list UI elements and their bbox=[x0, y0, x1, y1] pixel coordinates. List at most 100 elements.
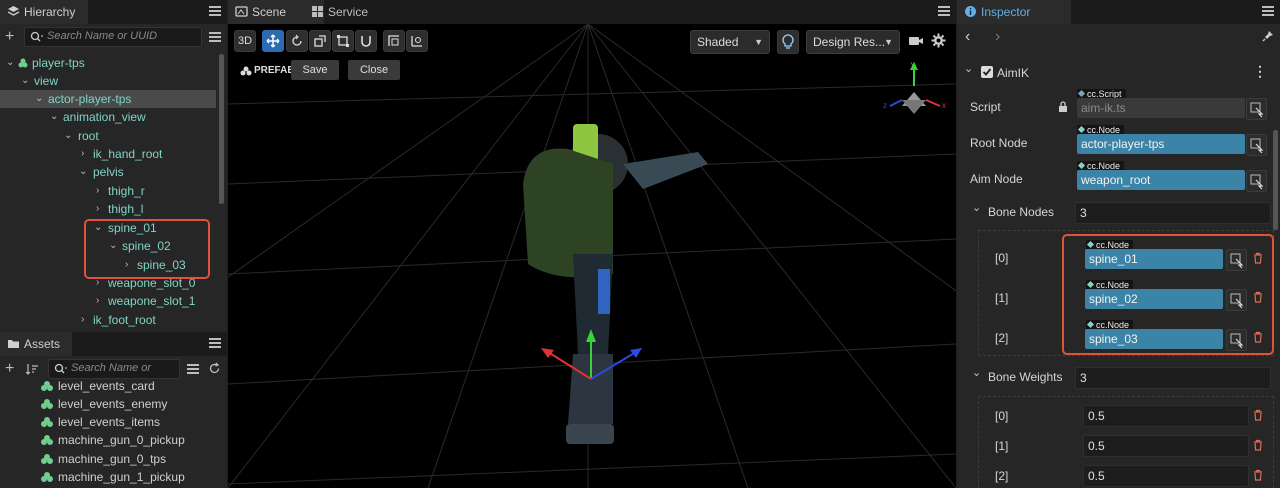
expand-chevron-icon[interactable]: ⌄ bbox=[50, 108, 60, 126]
spine-highlight-box bbox=[84, 219, 210, 279]
refresh-icon[interactable] bbox=[208, 362, 221, 375]
expand-chevron-icon[interactable]: ⌄ bbox=[79, 163, 89, 181]
list-view-icon[interactable] bbox=[187, 364, 199, 374]
toggle-3d-button[interactable]: 3D bbox=[234, 30, 256, 52]
lock-icon bbox=[1059, 101, 1067, 112]
trash-icon[interactable] bbox=[1252, 439, 1264, 451]
back-arrow-icon[interactable]: ‹ bbox=[965, 28, 970, 46]
tree-row-pelvis[interactable]: ⌄ pelvis bbox=[0, 163, 216, 181]
tree-row-animation-view[interactable]: ⌄ animation_view bbox=[0, 108, 216, 126]
inspector-scrollbar[interactable] bbox=[1273, 130, 1278, 230]
expand-chevron-icon[interactable]: › bbox=[81, 311, 91, 329]
tab-assets[interactable]: Assets bbox=[0, 332, 72, 356]
info-icon bbox=[965, 6, 976, 17]
array-index: [1] bbox=[995, 291, 1009, 305]
tree-row-thigh-l[interactable]: › thigh_l bbox=[0, 200, 216, 218]
expand-chevron-icon[interactable]: ⌄ bbox=[6, 54, 16, 72]
script-pick-button[interactable] bbox=[1246, 98, 1267, 120]
tree-row-actor-player-tps[interactable]: ⌄ actor-player-tps bbox=[0, 90, 216, 108]
tab-scene-label: Scene bbox=[252, 5, 287, 19]
asset-item[interactable]: level_events_enemy bbox=[0, 395, 220, 413]
assets-search-input[interactable]: Search Name or bbox=[48, 359, 180, 379]
shading-select[interactable]: Shaded ▼ bbox=[690, 30, 770, 54]
component-enabled-checkbox[interactable] bbox=[981, 66, 993, 78]
aim-node-field[interactable]: weapon_root bbox=[1077, 170, 1245, 190]
scale-tool-button[interactable] bbox=[309, 30, 331, 52]
script-field[interactable]: aim-ik.ts bbox=[1077, 98, 1245, 118]
root-node-field[interactable]: actor-player-tps bbox=[1077, 134, 1245, 154]
inspector-menu-icon[interactable] bbox=[1262, 6, 1274, 16]
expand-chevron-icon[interactable]: › bbox=[96, 292, 106, 310]
tree-row-weapone-slot-1[interactable]: › weapone_slot_1 bbox=[0, 292, 216, 310]
bone-weight-input[interactable]: 0.5 bbox=[1083, 405, 1249, 427]
pivot-button[interactable] bbox=[383, 30, 405, 52]
trash-icon[interactable] bbox=[1252, 469, 1264, 481]
asset-item[interactable]: machine_gun_0_pickup bbox=[0, 431, 220, 449]
local-global-button[interactable] bbox=[406, 30, 428, 52]
tree-row-ik-foot-root[interactable]: › ik_foot_root bbox=[0, 311, 216, 329]
tree-row-root[interactable]: ⌄ root bbox=[0, 127, 216, 145]
tab-service-label: Service bbox=[328, 5, 369, 19]
rect-tool-button[interactable] bbox=[332, 30, 354, 52]
expand-chevron-icon[interactable]: ⌄ bbox=[35, 90, 45, 108]
scene-panel: Scene Service y x z 3D Shaded ▼ Design R… bbox=[228, 0, 956, 488]
root-node-pick-button[interactable] bbox=[1246, 134, 1267, 156]
tree-row-view[interactable]: ⌄ view bbox=[0, 72, 216, 90]
aim-node-pick-button[interactable] bbox=[1246, 170, 1267, 192]
asset-item[interactable]: machine_gun_1_pickup bbox=[0, 468, 220, 486]
gear-icon[interactable] bbox=[931, 33, 946, 48]
array-index: [0] bbox=[995, 409, 1009, 423]
bone-weights-count-input[interactable]: 3 bbox=[1075, 367, 1271, 389]
save-prefab-button[interactable]: Save bbox=[291, 60, 339, 80]
add-node-icon[interactable]: + bbox=[5, 29, 17, 45]
component-menu-icon[interactable]: ⋮ bbox=[1253, 63, 1267, 80]
trash-icon[interactable] bbox=[1252, 409, 1264, 421]
tree-label: thigh_l bbox=[108, 202, 144, 216]
hierarchy-scrollbar[interactable] bbox=[219, 54, 224, 204]
expand-chevron-icon[interactable]: ⌄ bbox=[21, 72, 31, 90]
scene-menu-icon[interactable] bbox=[938, 6, 950, 16]
expand-chevron-icon[interactable]: › bbox=[96, 200, 106, 218]
close-prefab-button[interactable]: Close bbox=[348, 60, 400, 80]
tree-row-thigh-r[interactable]: › thigh_r bbox=[0, 182, 216, 200]
expand-chevron-icon[interactable]: › bbox=[96, 182, 106, 200]
rotate-tool-button[interactable] bbox=[286, 30, 308, 52]
list-view-icon[interactable] bbox=[209, 32, 221, 42]
scene-viewport[interactable]: y x z 3D Shaded ▼ Design Res... ▼ PREFAB… bbox=[228, 24, 956, 488]
assets-menu-icon[interactable] bbox=[209, 338, 221, 348]
bone-weights-label: Bone Weights bbox=[988, 370, 1063, 384]
left-panel: Hierarchy + Search Name or UUID ⌄ player… bbox=[0, 0, 227, 488]
forward-arrow-icon[interactable]: › bbox=[995, 28, 1000, 46]
svg-text:x: x bbox=[942, 101, 946, 110]
sort-icon[interactable] bbox=[25, 362, 39, 376]
tab-hierarchy[interactable]: Hierarchy bbox=[0, 0, 88, 24]
folder-icon bbox=[8, 340, 19, 348]
asset-label: level_events_items bbox=[58, 415, 161, 429]
prefab-icon bbox=[41, 454, 53, 464]
tab-inspector[interactable]: Inspector bbox=[957, 0, 1071, 24]
tab-service[interactable]: Service bbox=[304, 0, 408, 24]
expand-chevron-icon[interactable]: ⌄ bbox=[64, 127, 74, 145]
snap-tool-button[interactable] bbox=[355, 30, 377, 52]
collapse-chevron-icon[interactable]: ⌄ bbox=[972, 201, 981, 214]
resolution-select[interactable]: Design Res... ▼ bbox=[806, 30, 900, 54]
tree-row-ik-hand-root[interactable]: › ik_hand_root bbox=[0, 145, 216, 163]
lighting-toggle-button[interactable] bbox=[777, 30, 799, 54]
asset-item[interactable]: level_events_card bbox=[0, 377, 220, 395]
hierarchy-search-input[interactable]: Search Name or UUID bbox=[24, 27, 202, 47]
move-tool-button[interactable] bbox=[262, 30, 284, 52]
asset-item[interactable]: level_events_items bbox=[0, 413, 220, 431]
bone-weight-input[interactable]: 0.5 bbox=[1083, 435, 1249, 457]
collapse-chevron-icon[interactable]: ⌄ bbox=[964, 62, 973, 75]
pin-icon[interactable] bbox=[1262, 30, 1274, 42]
collapse-chevron-icon[interactable]: ⌄ bbox=[972, 366, 981, 379]
expand-chevron-icon[interactable]: › bbox=[81, 145, 91, 163]
hierarchy-menu-icon[interactable] bbox=[209, 6, 221, 16]
bone-weight-input[interactable]: 0.5 bbox=[1083, 465, 1249, 487]
camera-icon[interactable] bbox=[908, 34, 924, 48]
add-asset-icon[interactable]: + bbox=[5, 361, 17, 377]
bone-nodes-count-input[interactable]: 3 bbox=[1075, 202, 1271, 224]
tree-row-player-tps[interactable]: ⌄ player-tps bbox=[0, 54, 216, 72]
asset-item[interactable]: machine_gun_0_tps bbox=[0, 450, 220, 468]
root-node-label: Root Node bbox=[970, 136, 1028, 150]
